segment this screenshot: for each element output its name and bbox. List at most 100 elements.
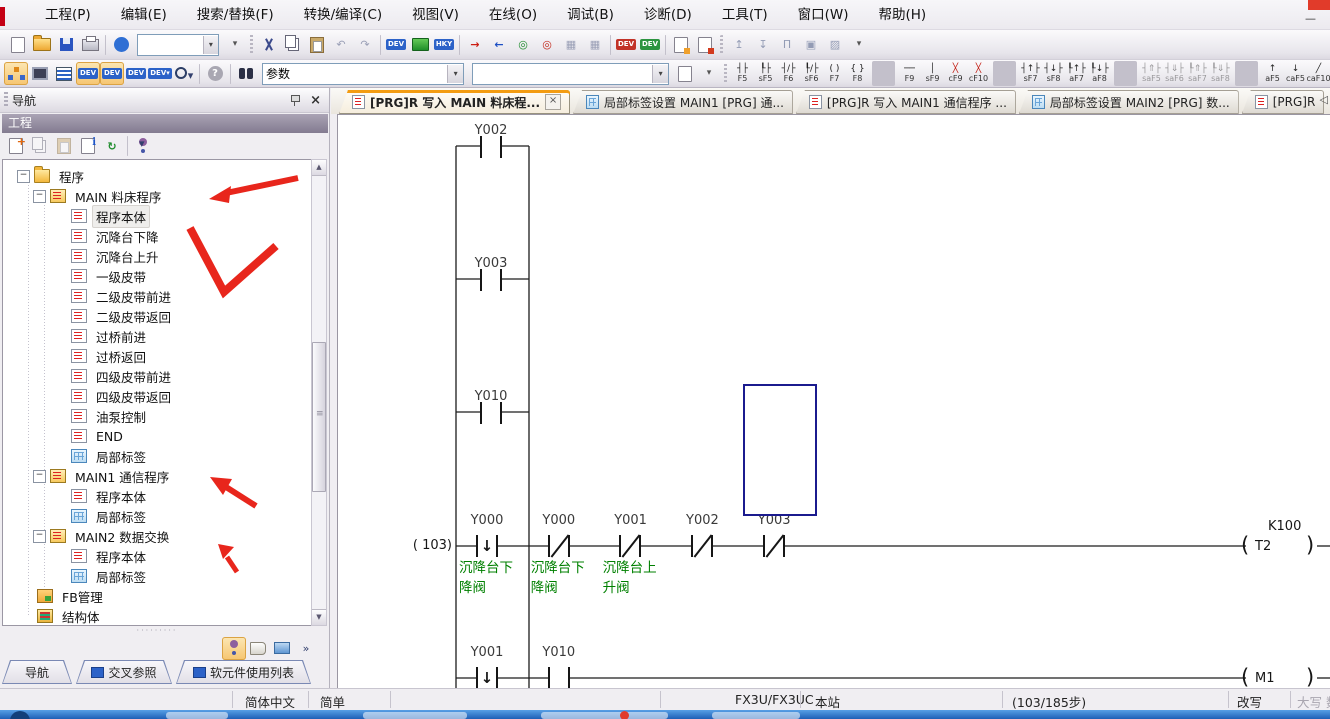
toolbar-button[interactable] bbox=[54, 33, 78, 56]
combo-dropdown-icon[interactable]: ▾ bbox=[447, 65, 463, 83]
ladder-contact-cell[interactable]: Y002 bbox=[666, 513, 738, 613]
tree-item[interactable]: 过桥返回 bbox=[3, 346, 311, 366]
tree-item[interactable]: 程序本体 bbox=[3, 206, 311, 226]
tree-item[interactable]: FB管理 bbox=[3, 586, 311, 606]
toolbar-overflow-icon[interactable]: ▾ bbox=[223, 33, 247, 56]
toolbar-button[interactable] bbox=[199, 64, 200, 84]
ladder-contact-cell[interactable]: Y000 沉降台下降阀 bbox=[451, 513, 523, 613]
contact-symbol[interactable] bbox=[548, 535, 570, 557]
menu-item[interactable]: 调试(B) bbox=[552, 0, 629, 30]
combo-dropdown-icon[interactable]: ▾ bbox=[203, 36, 218, 54]
ladder-branch-contact[interactable]: Y003 bbox=[451, 256, 531, 300]
toolbar-button[interactable] bbox=[693, 33, 717, 56]
tree-item[interactable]: 局部标签 bbox=[3, 506, 311, 526]
ladder-symbol-button[interactable]: ┤/├F6 bbox=[777, 61, 800, 86]
taskbar-button[interactable] bbox=[712, 712, 800, 719]
toolbar-button[interactable] bbox=[28, 62, 52, 85]
toolbar-button[interactable] bbox=[4, 62, 28, 85]
ladder-symbol-button[interactable]: ┤⇑├saF5 bbox=[1140, 61, 1163, 86]
ladder-symbol-button[interactable]: ↑aF5 bbox=[1261, 61, 1284, 86]
menu-item[interactable]: 诊断(D) bbox=[629, 0, 707, 30]
combo-dropdown-icon[interactable]: ▾ bbox=[652, 65, 668, 83]
contact-symbol[interactable] bbox=[476, 667, 498, 689]
contact-symbol[interactable] bbox=[763, 535, 785, 557]
toolbar-button[interactable] bbox=[380, 35, 381, 55]
close-button-fragment[interactable] bbox=[1308, 0, 1330, 10]
toolbar-button[interactable]: DEV▾ bbox=[148, 62, 172, 85]
taskbar-app-icon[interactable] bbox=[620, 711, 629, 719]
toolbar-button[interactable] bbox=[6, 33, 30, 56]
bottom-coil-name[interactable]: M1 bbox=[1255, 671, 1275, 686]
ladder-canvas[interactable]: Y002 Y003 Y010 ( 103) bbox=[337, 114, 1330, 689]
ladder-contact-cell[interactable]: Y001 沉降台上升阀 bbox=[595, 513, 667, 613]
taskbar-button[interactable] bbox=[541, 712, 668, 719]
scrollbar-thumb[interactable] bbox=[312, 342, 326, 492]
document-tab[interactable]: [PRG]R bbox=[1242, 90, 1325, 114]
ladder-symbol-button[interactable]: ╳cF9 bbox=[944, 61, 967, 86]
toolbar-button[interactable]: ▾ bbox=[847, 33, 871, 56]
page-find-icon[interactable] bbox=[673, 62, 697, 85]
toolbar-button[interactable]: ◎ bbox=[535, 33, 559, 56]
zoom-combo-input[interactable] bbox=[138, 37, 203, 53]
toolbar-button[interactable]: ▦ bbox=[559, 33, 583, 56]
tree-item[interactable]: 油泵控制 bbox=[3, 406, 311, 426]
toolbar-button[interactable]: DEV bbox=[76, 62, 100, 85]
find-combo-input[interactable] bbox=[473, 66, 652, 82]
ladder-symbol-button[interactable]: ( )F7 bbox=[823, 61, 846, 86]
project-tool-button[interactable] bbox=[52, 135, 76, 158]
toolbar-button[interactable]: ? bbox=[203, 62, 227, 85]
tree-expander-icon[interactable]: − bbox=[33, 190, 46, 203]
tree-item[interactable]: − 程序 bbox=[3, 166, 311, 186]
document-tab[interactable]: 局部标签设置 MAIN2 [PRG] 数... bbox=[1019, 90, 1239, 114]
toolbar-button[interactable]: ↧ bbox=[751, 33, 775, 56]
tree-item[interactable]: 程序本体 bbox=[3, 486, 311, 506]
ladder-symbol-button[interactable]: ╳cF10 bbox=[967, 61, 990, 86]
navigation-tool-button[interactable] bbox=[270, 637, 294, 660]
tree-item[interactable]: 局部标签 bbox=[3, 566, 311, 586]
panel-close-icon[interactable]: × bbox=[310, 93, 321, 108]
ladder-contact-cell[interactable]: Y003 bbox=[738, 513, 810, 613]
taskbar-button[interactable] bbox=[363, 712, 467, 719]
menu-item[interactable]: 编辑(E) bbox=[106, 0, 182, 30]
zoom-combo[interactable]: ▾ bbox=[137, 34, 219, 56]
scroll-down-icon[interactable]: ▼ bbox=[312, 609, 326, 625]
menu-item[interactable]: 帮助(H) bbox=[864, 0, 942, 30]
menu-item[interactable]: 搜索/替换(F) bbox=[182, 0, 289, 30]
toolbar-button[interactable] bbox=[105, 35, 106, 55]
ladder-symbol-button[interactable] bbox=[993, 61, 1016, 86]
tree-item[interactable]: − MAIN1 通信程序 bbox=[3, 466, 311, 486]
ladder-symbol-button[interactable]: ↓caF5 bbox=[1284, 61, 1307, 86]
ladder-symbol-button[interactable]: ┤⇓├saF6 bbox=[1163, 61, 1186, 86]
toolbar-button[interactable]: Π bbox=[775, 33, 799, 56]
contact-symbol[interactable] bbox=[480, 136, 502, 158]
toolbar-button[interactable]: ↥ bbox=[727, 33, 751, 56]
toolbar-button[interactable]: ▾ bbox=[172, 62, 196, 85]
ladder-symbol-button[interactable]: ┞↑├aF7 bbox=[1065, 61, 1088, 86]
toolbar-button[interactable]: HKY bbox=[432, 33, 456, 56]
ladder-symbol-button[interactable]: ┤↓├sF8 bbox=[1042, 61, 1065, 86]
toolbar-button[interactable]: ▣ bbox=[799, 33, 823, 56]
project-tool-button[interactable] bbox=[28, 135, 52, 158]
ladder-symbol-button[interactable]: ┤├F5 bbox=[731, 61, 754, 86]
ladder-symbol-button[interactable]: │sF9 bbox=[921, 61, 944, 86]
tree-expander-icon[interactable]: − bbox=[17, 170, 30, 183]
toolbar-button[interactable]: DEV bbox=[100, 62, 124, 85]
document-tab[interactable]: 局部标签设置 MAIN1 [PRG] 通... bbox=[573, 90, 793, 114]
tree-item[interactable]: − MAIN2 数据交换 bbox=[3, 526, 311, 546]
contact-symbol[interactable] bbox=[548, 667, 570, 689]
ladder-symbol-button[interactable] bbox=[1114, 61, 1137, 86]
tree-item[interactable]: 二级皮带前进 bbox=[3, 286, 311, 306]
menu-item[interactable]: 窗口(W) bbox=[783, 0, 864, 30]
toolbar-button[interactable]: ← bbox=[487, 33, 511, 56]
ladder-symbol-button[interactable]: ┤↑├sF7 bbox=[1019, 61, 1042, 86]
ladder-contact-cell[interactable]: Y000 沉降台下降阀 bbox=[523, 513, 595, 613]
toolbar-button[interactable]: ◎ bbox=[511, 33, 535, 56]
navigation-tool-button[interactable] bbox=[246, 637, 270, 660]
tree-item[interactable]: − MAIN 料床程序 bbox=[3, 186, 311, 206]
navigation-tool-button[interactable] bbox=[222, 637, 246, 660]
toolbar-overflow-icon[interactable]: ▾ bbox=[697, 62, 721, 85]
project-tool-button[interactable]: ▾ bbox=[131, 135, 155, 158]
ladder-symbol-button[interactable] bbox=[1235, 61, 1258, 86]
toolbar-button[interactable] bbox=[610, 35, 611, 55]
tree-expander-icon[interactable]: − bbox=[33, 470, 46, 483]
